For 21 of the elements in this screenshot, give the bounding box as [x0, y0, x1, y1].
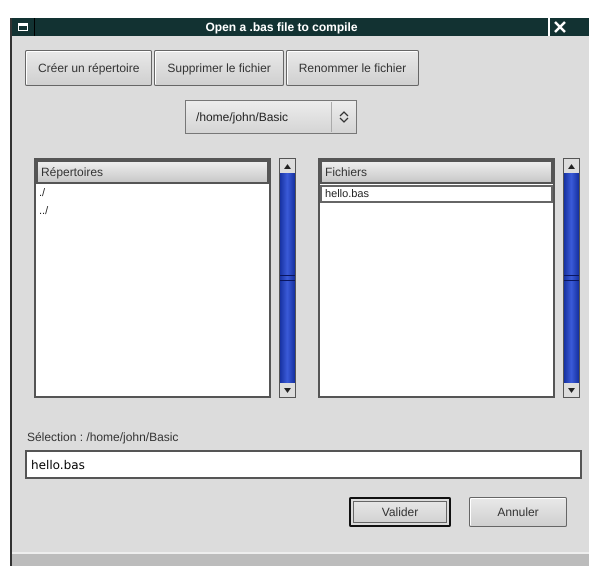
scroll-up-icon[interactable] — [564, 159, 579, 173]
scrollbar-thumb[interactable] — [280, 173, 295, 383]
dialog-button[interactable]: Valider — [349, 497, 451, 527]
column-header[interactable]: Fichiers — [320, 160, 553, 184]
column-header[interactable]: Répertoires — [36, 160, 269, 184]
toolbar-button[interactable]: Créer un répertoire — [25, 50, 152, 86]
list-item[interactable]: hello.bas — [320, 185, 553, 203]
scroll-up-icon[interactable] — [280, 159, 295, 173]
list-item[interactable]: ../ — [36, 202, 269, 220]
scroll-down-icon[interactable] — [564, 383, 579, 397]
scrollbar-thumb[interactable] — [564, 173, 579, 383]
scroll-down-icon[interactable] — [280, 383, 295, 397]
close-icon[interactable] — [548, 18, 569, 36]
toolbar-button[interactable]: Supprimer le fichier — [154, 50, 284, 86]
selection-field[interactable]: hello.bas — [25, 450, 582, 479]
path-dropdown[interactable]: /home/john/Basic — [185, 100, 357, 134]
toolbar-button[interactable]: Renommer le fichier — [286, 50, 420, 86]
list-item[interactable]: ./ — [36, 184, 269, 202]
dialog-button[interactable]: Annuler — [469, 497, 567, 527]
window-title: Open a .bas file to compile — [204, 20, 359, 34]
selection-label: Sélection : /home/john/Basic — [27, 430, 180, 444]
